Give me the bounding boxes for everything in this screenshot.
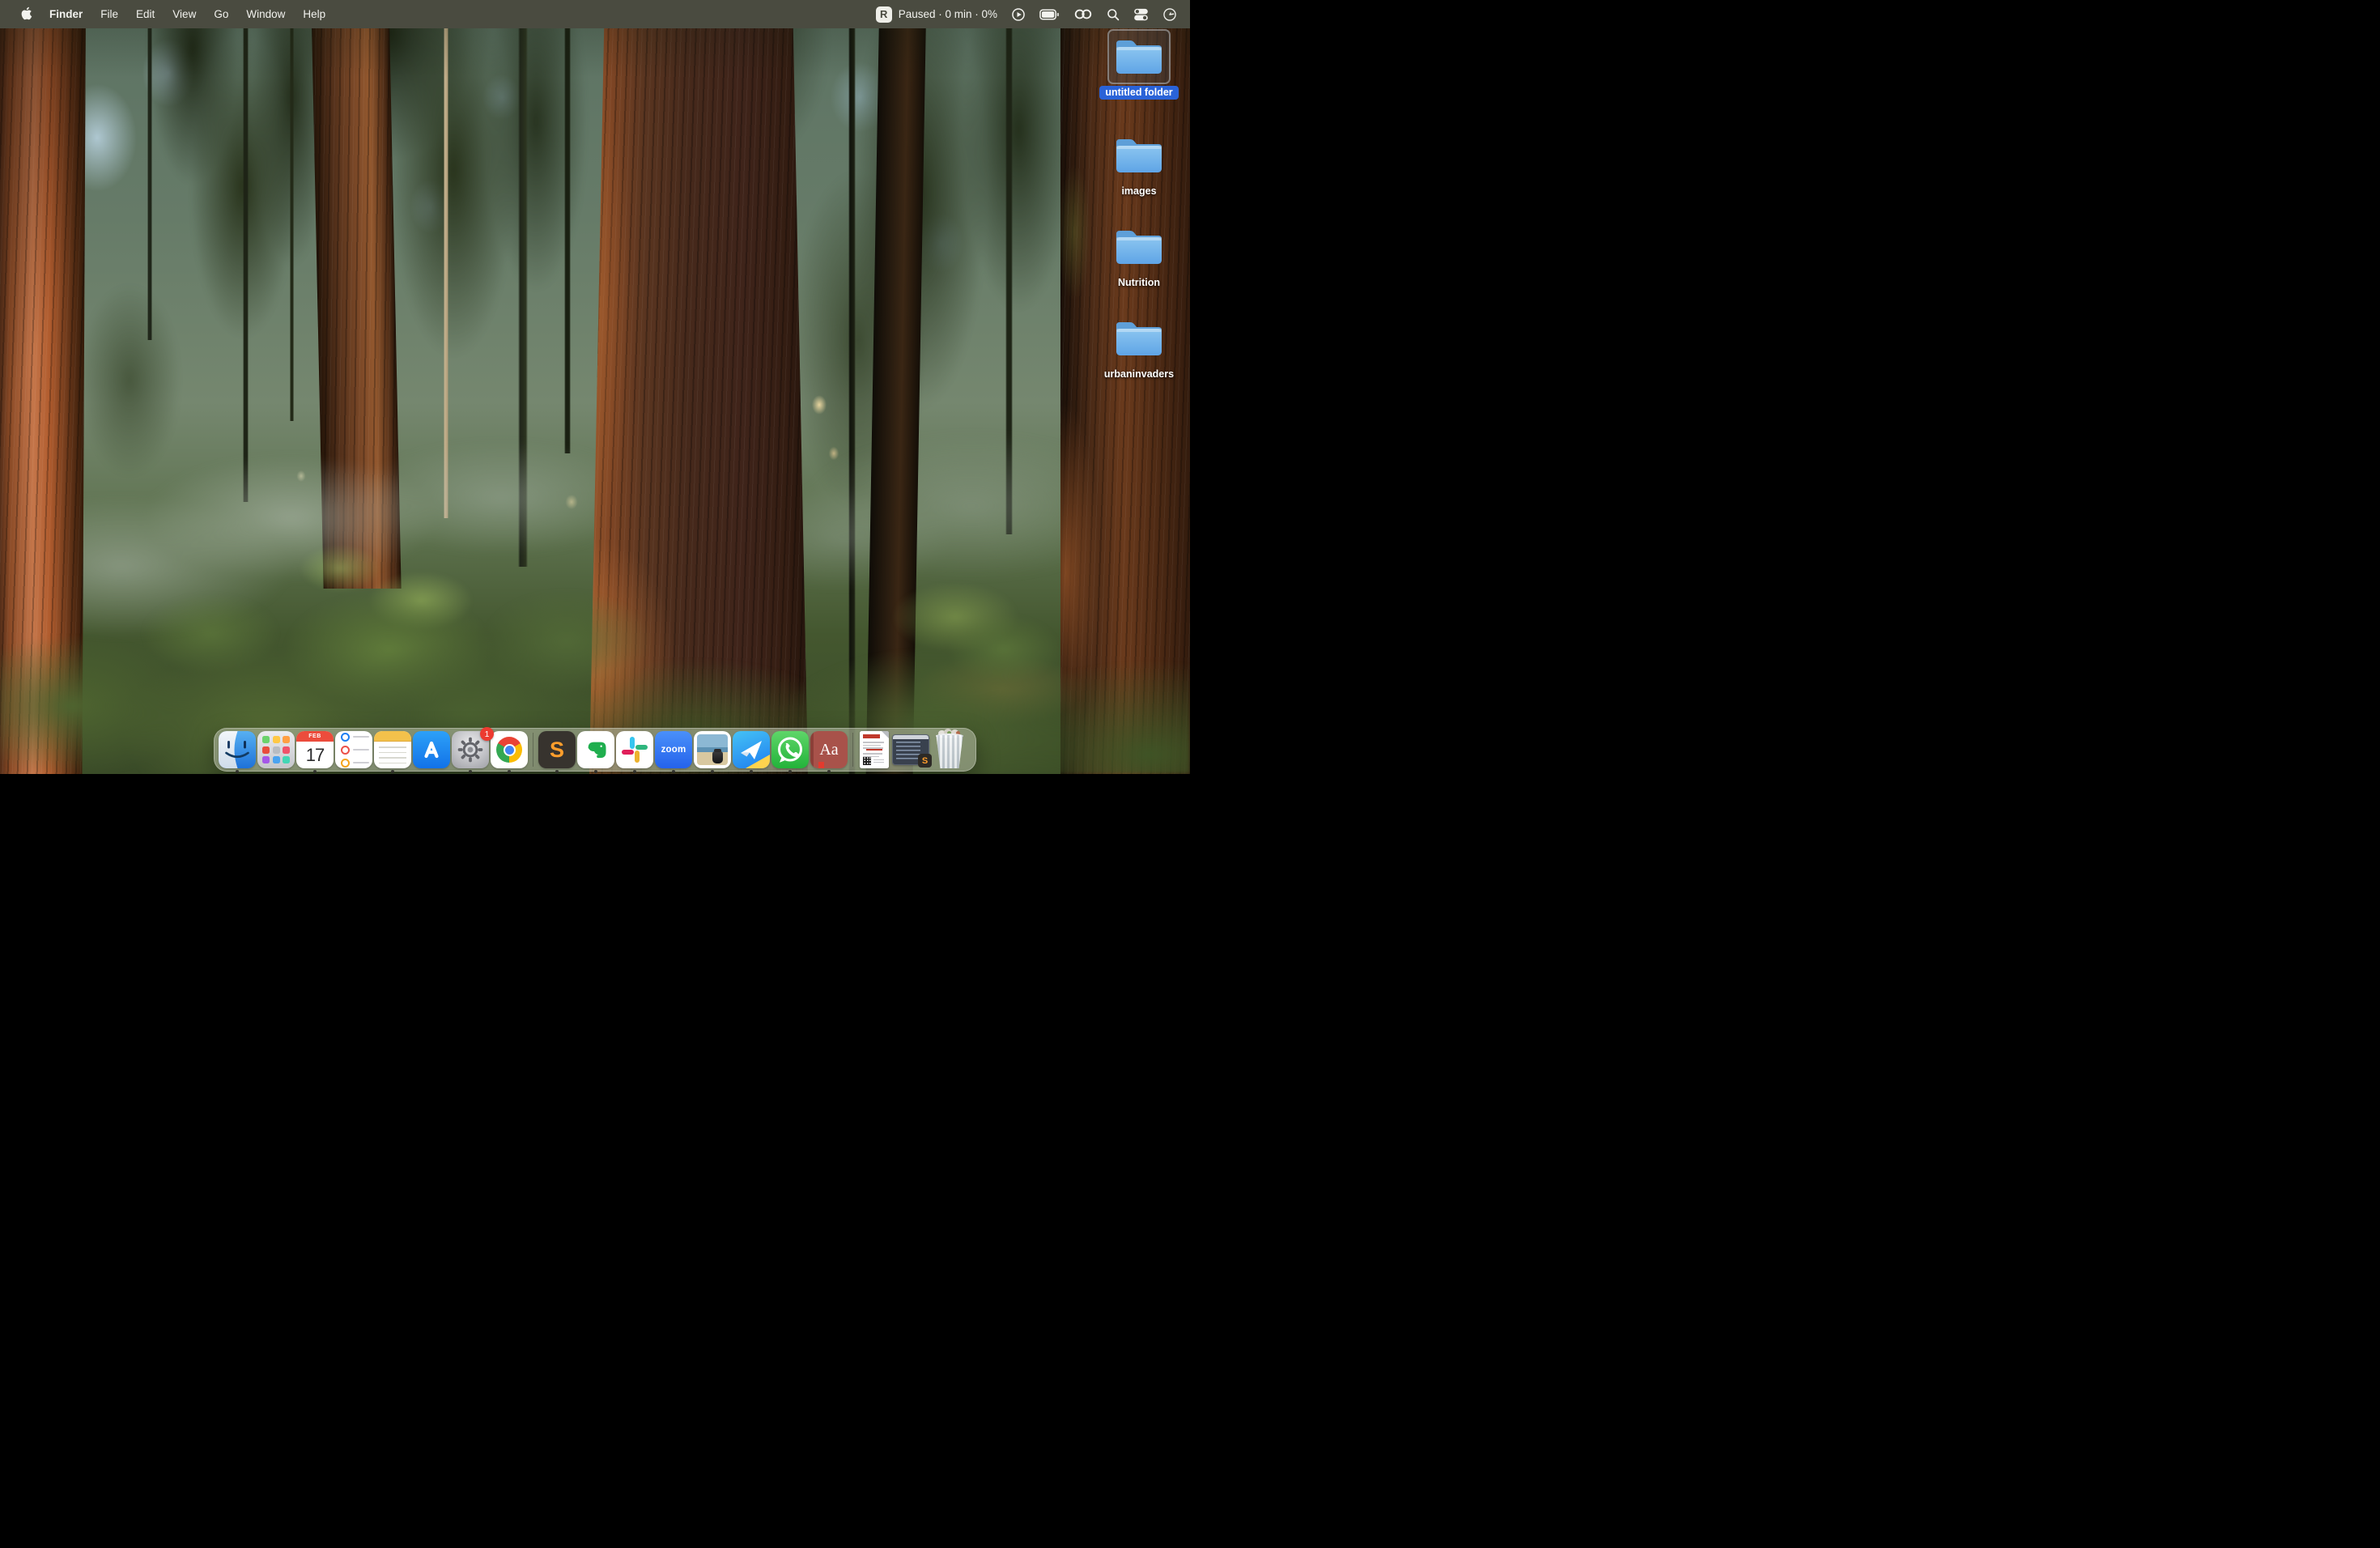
folder-icon (1107, 128, 1171, 183)
link-icon[interactable] (1073, 8, 1093, 20)
desktop-icons: untitled folder images Nutrition (1094, 0, 1184, 774)
recorder-status-text: Paused · 0 min · 0% (899, 8, 997, 20)
calendar-month: FEB (296, 731, 334, 742)
dock-dictionary[interactable]: Aa (810, 731, 848, 768)
dock-calendar[interactable]: FEB 17 (295, 731, 334, 768)
zoom-icon: zoom (655, 731, 692, 768)
trash-full-icon (931, 731, 968, 768)
menu-window[interactable]: Window (237, 0, 294, 28)
dock-trash[interactable] (930, 731, 969, 768)
running-indicator (391, 770, 394, 773)
menu-help[interactable]: Help (294, 0, 334, 28)
chrome-icon (491, 731, 528, 768)
folder-icon (1107, 29, 1171, 84)
folder-icon (1107, 219, 1171, 274)
battery-icon[interactable] (1039, 9, 1060, 20)
dock-minimized-window[interactable]: S (891, 731, 930, 768)
folder-nutrition[interactable]: Nutrition (1094, 219, 1184, 290)
menu-bar: Finder File Edit View Go Window Help R P… (0, 0, 1190, 28)
launchpad-icon (257, 731, 295, 768)
sublime-text-icon: S (538, 731, 576, 768)
folder-label: Nutrition (1112, 276, 1166, 290)
menu-bar-status: R Paused · 0 min · 0% (876, 0, 1190, 28)
dock-sublime-text[interactable]: S (538, 731, 576, 768)
folder-label: untitled folder (1099, 86, 1178, 100)
menu-view[interactable]: View (164, 0, 205, 28)
menu-go[interactable]: Go (205, 0, 237, 28)
menu-bar-left: Finder File Edit View Go Window Help (0, 0, 334, 28)
qr-code (863, 757, 871, 765)
folder-label: images (1116, 185, 1162, 198)
running-indicator (508, 770, 511, 773)
wallpaper-vignette (0, 0, 1190, 774)
dock-app-store[interactable] (412, 731, 451, 768)
dock: FEB 17 1 (214, 728, 976, 772)
document-file-icon (860, 731, 889, 768)
whatsapp-icon (771, 731, 809, 768)
running-indicator (827, 770, 831, 773)
settings-notification-badge: 1 (480, 727, 494, 741)
dock-chrome[interactable] (490, 731, 529, 768)
clock-icon[interactable] (1162, 7, 1177, 22)
folder-label: urbaninvaders (1099, 368, 1179, 381)
dock-whatsapp[interactable] (771, 731, 810, 768)
desktop-wallpaper[interactable] (0, 0, 1190, 774)
menu-app-name[interactable]: Finder (40, 0, 91, 28)
dictionary-aa-text: Aa (819, 741, 838, 759)
running-indicator (469, 770, 472, 773)
dock-finder[interactable] (218, 731, 257, 768)
dock-slack[interactable] (615, 731, 654, 768)
running-indicator (672, 770, 675, 773)
dock-evernote[interactable] (576, 731, 615, 768)
dock-document-file[interactable] (857, 731, 891, 768)
folder-urbaninvaders[interactable]: urbaninvaders (1094, 311, 1184, 381)
running-indicator (711, 770, 714, 773)
dock-notes[interactable] (373, 731, 412, 768)
spark-icon (733, 731, 770, 768)
preview-icon (694, 731, 731, 768)
dock-separator (852, 733, 853, 767)
dock-launchpad[interactable] (257, 731, 295, 768)
app-store-icon (413, 731, 450, 768)
bookmark-icon (818, 762, 824, 768)
folder-images[interactable]: images (1094, 128, 1184, 198)
running-indicator (633, 770, 636, 773)
folder-untitled-folder[interactable]: untitled folder (1094, 29, 1184, 100)
apple-menu[interactable] (11, 0, 40, 28)
calendar-day: 17 (296, 742, 334, 768)
running-indicator (750, 770, 753, 773)
control-center-icon[interactable] (1133, 8, 1149, 21)
apple-logo-icon (19, 6, 32, 23)
calendar-icon: FEB 17 (296, 731, 334, 768)
play-circle-icon[interactable] (1011, 7, 1026, 22)
notes-icon (374, 731, 411, 768)
running-indicator (594, 770, 597, 773)
menu-file[interactable]: File (91, 0, 127, 28)
spotlight-search-icon[interactable] (1107, 8, 1120, 21)
dictionary-icon: Aa (810, 731, 848, 768)
evernote-icon (577, 731, 614, 768)
running-indicator (555, 770, 559, 773)
dock-zoom[interactable]: zoom (654, 731, 693, 768)
dock-reminders[interactable] (334, 731, 373, 768)
recorder-status-item[interactable]: R Paused · 0 min · 0% (876, 6, 997, 23)
slack-icon (616, 731, 653, 768)
dock-preview[interactable] (693, 731, 732, 768)
running-indicator (788, 770, 792, 773)
running-indicator (236, 770, 239, 773)
dock-system-settings[interactable]: 1 (451, 731, 490, 768)
folder-icon (1107, 311, 1171, 366)
loupe-icon (712, 751, 723, 763)
recorder-r-badge: R (876, 6, 892, 23)
dock-spark[interactable] (732, 731, 771, 768)
minimized-window-thumbnail: S (892, 731, 929, 768)
reminders-icon (335, 731, 372, 768)
running-indicator (313, 770, 317, 773)
menu-edit[interactable]: Edit (127, 0, 164, 28)
macos-desktop-screen: Finder File Edit View Go Window Help R P… (0, 0, 1190, 774)
finder-icon (219, 731, 256, 768)
